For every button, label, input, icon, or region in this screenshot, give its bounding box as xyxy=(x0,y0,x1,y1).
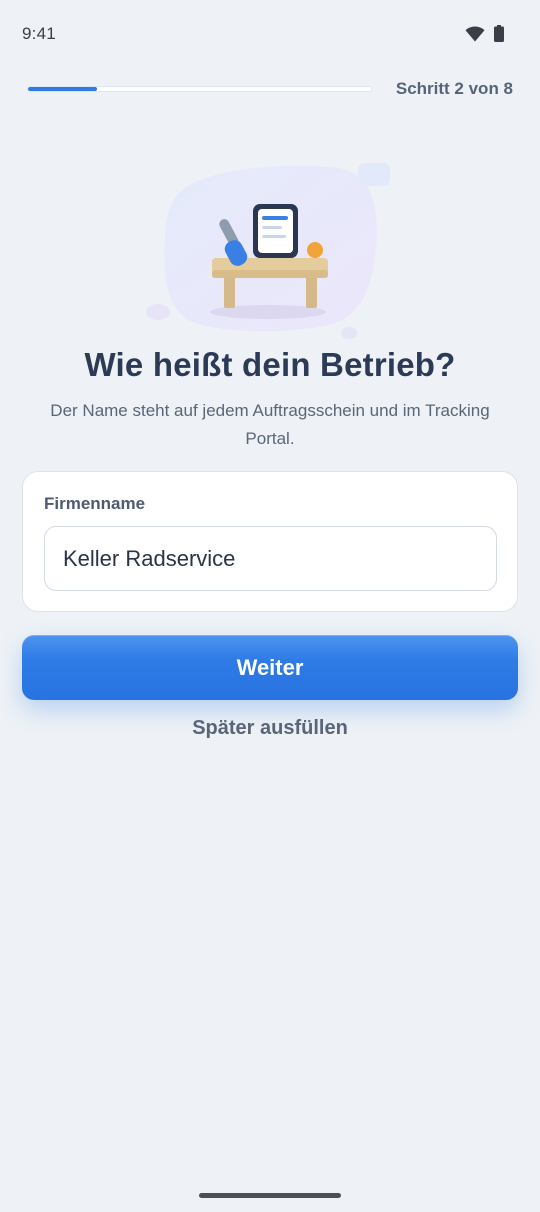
status-bar: 9:41 xyxy=(0,0,540,68)
continue-button[interactable]: Weiter xyxy=(22,635,518,700)
progress-bar xyxy=(27,86,372,92)
page-title: Wie heißt dein Betrieb? xyxy=(84,346,456,383)
status-time: 9:41 xyxy=(22,24,56,43)
step-counter: Schritt 2 von 8 xyxy=(395,79,513,98)
company-name-card: Firmenname xyxy=(22,471,518,612)
progress-fill xyxy=(28,87,97,91)
wifi-icon xyxy=(465,26,485,41)
status-icons xyxy=(465,25,504,42)
home-indicator xyxy=(199,1193,341,1198)
company-name-input[interactable] xyxy=(44,526,497,591)
page-subtitle: Der Name steht auf jedem Auftragsschein … xyxy=(50,401,490,448)
desk-with-document-illustration xyxy=(146,163,390,339)
company-name-label: Firmenname xyxy=(44,494,146,513)
battery-icon xyxy=(494,25,504,42)
progress-row: Schritt 2 von 8 xyxy=(0,76,540,104)
fill-later-link[interactable]: Später ausfüllen xyxy=(0,717,540,740)
